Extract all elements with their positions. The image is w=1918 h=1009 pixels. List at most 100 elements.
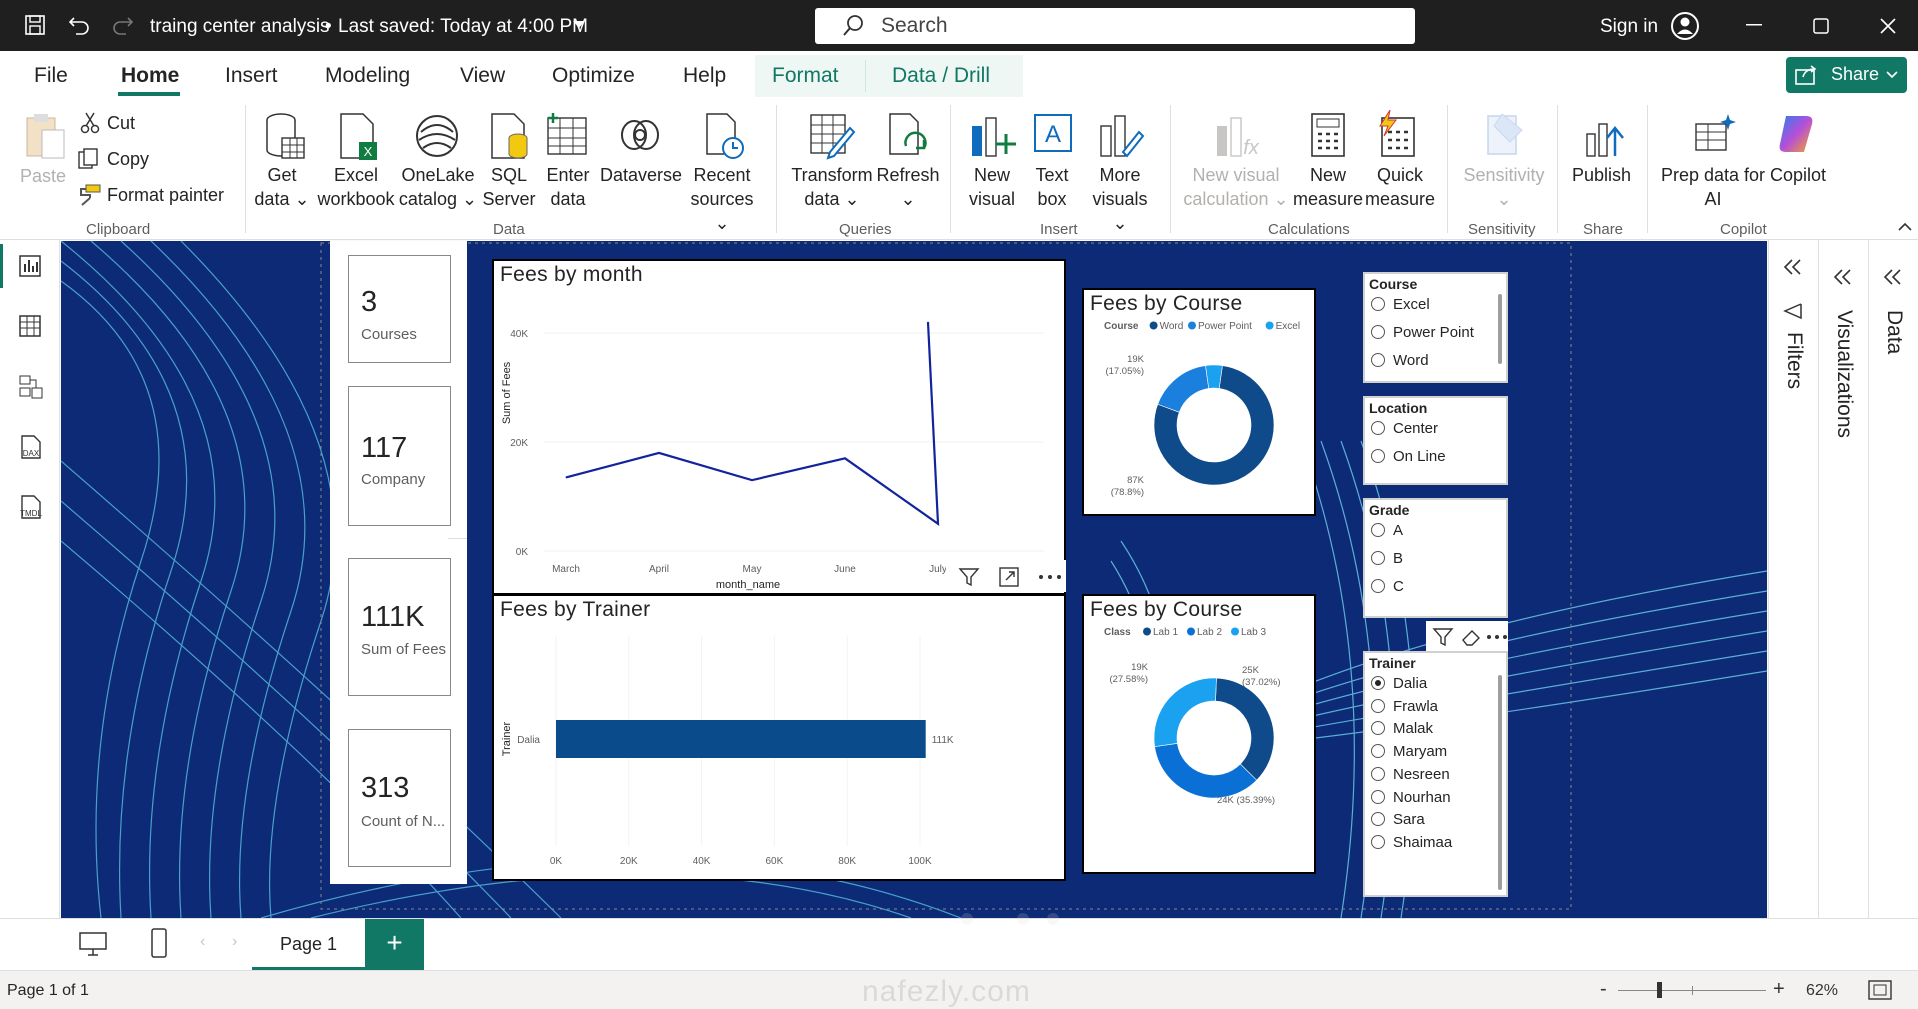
tab-modeling[interactable]: Modeling bbox=[325, 64, 410, 88]
tmdl-view-icon[interactable]: TMDL bbox=[16, 494, 46, 522]
tab-format[interactable]: Format bbox=[772, 64, 839, 88]
mobile-layout-icon[interactable] bbox=[150, 927, 168, 959]
more-options-icon[interactable] bbox=[1486, 634, 1508, 640]
slicer-option[interactable]: Maryam bbox=[1371, 741, 1447, 763]
tab-insert[interactable]: Insert bbox=[225, 64, 278, 88]
search-box[interactable]: Search bbox=[815, 8, 1415, 44]
slicer-option[interactable]: A bbox=[1371, 520, 1403, 542]
slicer-option[interactable]: Sara bbox=[1371, 809, 1425, 831]
page-tab-page1[interactable]: Page 1 bbox=[252, 919, 365, 971]
add-page-button[interactable]: + bbox=[365, 919, 424, 971]
slicer-option[interactable]: Excel bbox=[1371, 294, 1430, 316]
dax-query-view-icon[interactable]: DAX bbox=[16, 434, 44, 462]
get-data-button[interactable]: Get data ⌄ bbox=[254, 163, 310, 211]
copy-button[interactable]: Copy bbox=[107, 147, 149, 171]
tab-help[interactable]: Help bbox=[683, 64, 726, 88]
line-chart-fees-by-month[interactable]: Fees by month 0K 20K 40K Sum of Fees March Ap… bbox=[492, 259, 1066, 595]
kpi-card-count[interactable]: 313 Count of N... bbox=[348, 729, 451, 867]
tab-data-drill[interactable]: Data / Drill bbox=[892, 64, 990, 88]
slicer-option[interactable]: Frawla bbox=[1371, 696, 1438, 718]
close-icon[interactable] bbox=[1880, 18, 1896, 34]
tab-optimize[interactable]: Optimize bbox=[552, 64, 635, 88]
tab-file[interactable]: File bbox=[34, 64, 68, 88]
slicer-option[interactable]: On Line bbox=[1371, 446, 1446, 468]
slicer-scrollbar[interactable] bbox=[1498, 294, 1502, 364]
minimize-icon[interactable] bbox=[1746, 24, 1762, 28]
expand-chevrons-icon[interactable] bbox=[1883, 268, 1903, 286]
slicer-option[interactable]: Dalia bbox=[1371, 673, 1427, 695]
zoom-in-button[interactable]: + bbox=[1773, 978, 1785, 1001]
filter-icon[interactable] bbox=[958, 566, 980, 588]
zoom-slider-handle[interactable] bbox=[1657, 982, 1662, 998]
excel-workbook-button[interactable]: Excel workbook bbox=[314, 163, 398, 211]
chevron-down-icon[interactable] bbox=[572, 20, 586, 30]
transform-data-button[interactable]: Transform data ⌄ bbox=[790, 163, 874, 211]
slicer-option[interactable]: C bbox=[1371, 576, 1404, 598]
kpi-card-sum-of-fees[interactable]: 111K Sum of Fees bbox=[348, 558, 451, 696]
expand-chevrons-icon[interactable] bbox=[1833, 268, 1853, 286]
cut-button[interactable]: Cut bbox=[107, 111, 135, 135]
collapse-ribbon-icon[interactable] bbox=[1898, 222, 1912, 232]
next-page-icon[interactable]: › bbox=[232, 933, 237, 951]
desktop-layout-icon[interactable] bbox=[78, 931, 108, 957]
maximize-icon[interactable] bbox=[1813, 18, 1829, 34]
slicer-option[interactable]: Nourhan bbox=[1371, 787, 1451, 809]
publish-button[interactable]: Publish bbox=[1572, 163, 1631, 187]
tab-view[interactable]: View bbox=[460, 64, 505, 88]
paste-button[interactable]: Paste bbox=[20, 164, 66, 188]
more-visuals-button[interactable]: More visuals ⌄ bbox=[1084, 163, 1156, 235]
undo-icon[interactable] bbox=[68, 14, 90, 36]
prev-page-icon[interactable]: ‹ bbox=[200, 933, 205, 951]
new-visual-calculation-button[interactable]: New visual calculation ⌄ bbox=[1180, 163, 1292, 211]
data-pane-collapsed[interactable]: Data bbox=[1868, 240, 1918, 970]
slicer-option[interactable]: Shaimaa bbox=[1371, 832, 1452, 854]
quick-measure-button[interactable]: Quick measure bbox=[1364, 163, 1436, 211]
model-view-icon[interactable] bbox=[18, 374, 44, 400]
onelake-catalog-button[interactable]: OneLake catalog ⌄ bbox=[398, 163, 478, 211]
text-box-button[interactable]: Text box bbox=[1028, 163, 1076, 211]
redo-icon[interactable] bbox=[112, 14, 134, 36]
new-measure-button[interactable]: New measure bbox=[1292, 163, 1364, 211]
sql-server-button[interactable]: SQL Server bbox=[482, 163, 536, 211]
eraser-icon[interactable] bbox=[1460, 626, 1482, 648]
slicer-option[interactable]: Center bbox=[1371, 418, 1438, 440]
zoom-out-button[interactable]: - bbox=[1600, 978, 1607, 1001]
enter-data-button[interactable]: Enter data bbox=[540, 163, 596, 211]
kpi-card-company[interactable]: 117 Company bbox=[348, 386, 451, 526]
table-view-icon[interactable] bbox=[18, 314, 42, 338]
sensitivity-button[interactable]: Sensitivity ⌄ bbox=[1460, 163, 1548, 211]
visualizations-pane-collapsed[interactable]: Visualizations bbox=[1818, 240, 1868, 970]
donut-chart-fees-by-class[interactable]: Fees by Course Class Lab 1 Lab 2 Lab 3 25K (3… bbox=[1082, 594, 1316, 874]
expand-chevrons-icon[interactable] bbox=[1783, 258, 1803, 276]
user-avatar-icon[interactable] bbox=[1670, 11, 1700, 41]
slicer-scrollbar[interactable] bbox=[1498, 675, 1502, 890]
slicer-option[interactable]: Malak bbox=[1371, 718, 1433, 740]
slicer-option[interactable]: Nesreen bbox=[1371, 764, 1450, 786]
recent-sources-button[interactable]: Recent sources ⌄ bbox=[690, 163, 754, 235]
group-insert: Insert bbox=[1040, 221, 1078, 238]
filter-icon[interactable] bbox=[1432, 626, 1454, 648]
sign-in-link[interactable]: Sign in bbox=[1600, 16, 1658, 38]
donut-chart-fees-by-course[interactable]: Fees by Course Course Word Power Point Exce… bbox=[1082, 288, 1316, 516]
new-visual-button[interactable]: New visual bbox=[966, 163, 1018, 211]
fit-to-page-icon[interactable] bbox=[1868, 980, 1892, 1000]
prep-data-ai-button[interactable]: Prep data for AI bbox=[1655, 163, 1771, 211]
dataverse-button[interactable]: Dataverse bbox=[600, 163, 682, 187]
kpi-card-courses[interactable]: 3 Courses bbox=[348, 255, 451, 363]
focus-mode-icon[interactable] bbox=[998, 566, 1020, 588]
bar-chart-fees-by-trainer[interactable]: Fees by Trainer 0K 20K 40K 60K 80K 100K Traine… bbox=[492, 594, 1066, 881]
tab-home[interactable]: Home bbox=[121, 64, 179, 88]
filters-pane-collapsed[interactable]: Filters bbox=[1768, 240, 1818, 970]
legend-swatch bbox=[1143, 627, 1151, 636]
slicer-option[interactable]: Power Point bbox=[1371, 322, 1474, 344]
copilot-button[interactable]: Copilot bbox=[1770, 163, 1826, 187]
report-title[interactable]: traing center analysis bbox=[150, 16, 330, 38]
more-options-icon[interactable] bbox=[1038, 574, 1062, 580]
slicer-option[interactable]: B bbox=[1371, 548, 1403, 570]
report-view-icon[interactable] bbox=[18, 254, 42, 278]
slicer-option[interactable]: Word bbox=[1371, 350, 1429, 372]
refresh-button[interactable]: Refresh ⌄ bbox=[876, 163, 940, 211]
save-icon[interactable] bbox=[24, 14, 46, 36]
format-painter-button[interactable]: Format painter bbox=[107, 183, 224, 207]
share-button[interactable]: Share bbox=[1786, 57, 1907, 93]
